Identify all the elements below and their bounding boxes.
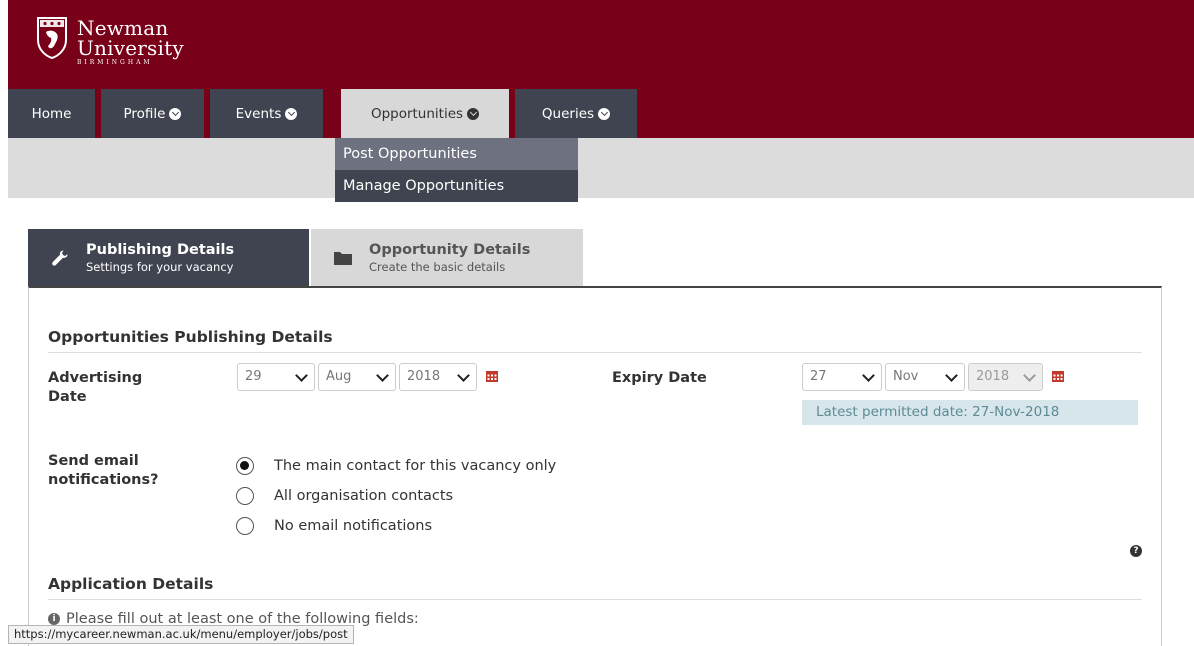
tab-opportunity-details[interactable]: Opportunity Details Create the basic det… — [311, 229, 583, 287]
chevron-down-icon — [945, 369, 958, 382]
advertising-label-line1: Advertising — [48, 370, 143, 386]
advertising-year-value: 2018 — [407, 369, 441, 384]
nav-opportunities[interactable]: Opportunities — [341, 89, 509, 138]
chevron-down-icon — [862, 369, 875, 382]
radio-button[interactable] — [236, 517, 254, 535]
nav-queries[interactable]: Queries — [515, 89, 637, 138]
chevron-down-icon — [457, 369, 470, 382]
chevron-down-icon — [295, 369, 308, 382]
radio-option-main-contact[interactable]: The main contact for this vacancy only — [236, 455, 556, 477]
email-label-line1: Send email — [48, 453, 139, 469]
subnav-bar — [8, 138, 1194, 198]
tab-opportunity-title: Opportunity Details — [369, 242, 531, 258]
university-logo[interactable]: Newman University BIRMINGHAM — [36, 16, 184, 72]
chevron-down-icon — [598, 107, 611, 120]
chevron-down-icon — [1023, 369, 1036, 382]
nav-home[interactable]: Home — [8, 89, 95, 138]
nav-events-label: Events — [235, 105, 282, 122]
advertising-date-label: Advertising Date — [48, 369, 142, 407]
browser-status-url: https://mycareer.newman.ac.uk/menu/emplo… — [8, 625, 354, 644]
brand-name-line2: University — [77, 36, 184, 60]
expiry-month-value: Nov — [893, 369, 919, 384]
wrench-icon — [52, 250, 68, 266]
crest-icon — [37, 17, 67, 60]
expiry-day-value: 27 — [810, 369, 827, 384]
tab-publishing-title: Publishing Details — [86, 242, 235, 258]
latest-permitted-date-notice: Latest permitted date: 27-Nov-2018 — [802, 400, 1138, 425]
chevron-down-icon — [285, 107, 298, 120]
radio-label: The main contact for this vacancy only — [274, 458, 557, 474]
tab-publishing-details[interactable]: Publishing Details Settings for your vac… — [28, 229, 309, 287]
main-nav: Home Profile Events Opportunities Querie… — [8, 89, 643, 138]
radio-option-all-contacts[interactable]: All organisation contacts — [236, 485, 453, 507]
nav-queries-label: Queries — [541, 105, 595, 122]
email-label-line2: notifications? — [48, 472, 159, 488]
advertising-year-select[interactable]: 2018 — [399, 363, 477, 391]
expiry-date-label: Expiry Date — [612, 370, 707, 386]
advertising-month-value: Aug — [326, 369, 352, 384]
tab-opportunity-subtitle: Create the basic details — [369, 260, 506, 274]
advertising-day-value: 29 — [245, 369, 262, 384]
advertising-month-select[interactable]: Aug — [318, 363, 396, 391]
radio-label: No email notifications — [274, 518, 433, 534]
chevron-down-icon — [376, 369, 389, 382]
section-title-publishing: Opportunities Publishing Details — [48, 328, 333, 346]
section-title-application: Application Details — [48, 575, 214, 593]
nav-opportunities-label: Opportunities — [370, 105, 464, 122]
opportunities-dropdown: Post Opportunities Manage Opportunities — [335, 138, 578, 202]
advertising-label-line2: Date — [48, 389, 87, 405]
radio-button[interactable] — [236, 487, 254, 505]
nav-profile[interactable]: Profile — [101, 89, 204, 138]
radio-button[interactable] — [236, 457, 254, 475]
nav-events[interactable]: Events — [210, 89, 323, 138]
folder-icon — [334, 252, 352, 265]
expiry-day-select[interactable]: 27 — [802, 363, 882, 391]
email-notifications-label: Send email notifications? — [48, 452, 159, 490]
expiry-year-select[interactable]: 2018 — [968, 363, 1043, 391]
advertising-day-select[interactable]: 29 — [237, 363, 315, 391]
menu-item-post-opportunities[interactable]: Post Opportunities — [335, 138, 578, 170]
section-divider — [48, 352, 1142, 353]
help-icon[interactable]: ? — [1130, 545, 1142, 557]
expiry-month-select[interactable]: Nov — [885, 363, 965, 391]
chevron-down-icon — [169, 107, 182, 120]
nav-profile-label: Profile — [123, 105, 166, 122]
calendar-icon[interactable] — [1051, 369, 1065, 383]
nav-home-label: Home — [31, 105, 72, 122]
calendar-icon[interactable] — [485, 369, 499, 383]
info-icon: i — [48, 613, 60, 625]
chevron-down-icon — [467, 107, 480, 120]
menu-item-manage-opportunities[interactable]: Manage Opportunities — [335, 170, 578, 202]
section-divider — [48, 599, 1142, 600]
radio-option-no-email[interactable]: No email notifications — [236, 515, 432, 537]
brand-name-line1: Newman — [77, 16, 169, 40]
tab-publishing-subtitle: Settings for your vacancy — [86, 260, 234, 274]
expiry-year-value: 2018 — [976, 369, 1010, 384]
radio-label: All organisation contacts — [274, 488, 454, 504]
brand-name-line3: BIRMINGHAM — [77, 59, 153, 66]
